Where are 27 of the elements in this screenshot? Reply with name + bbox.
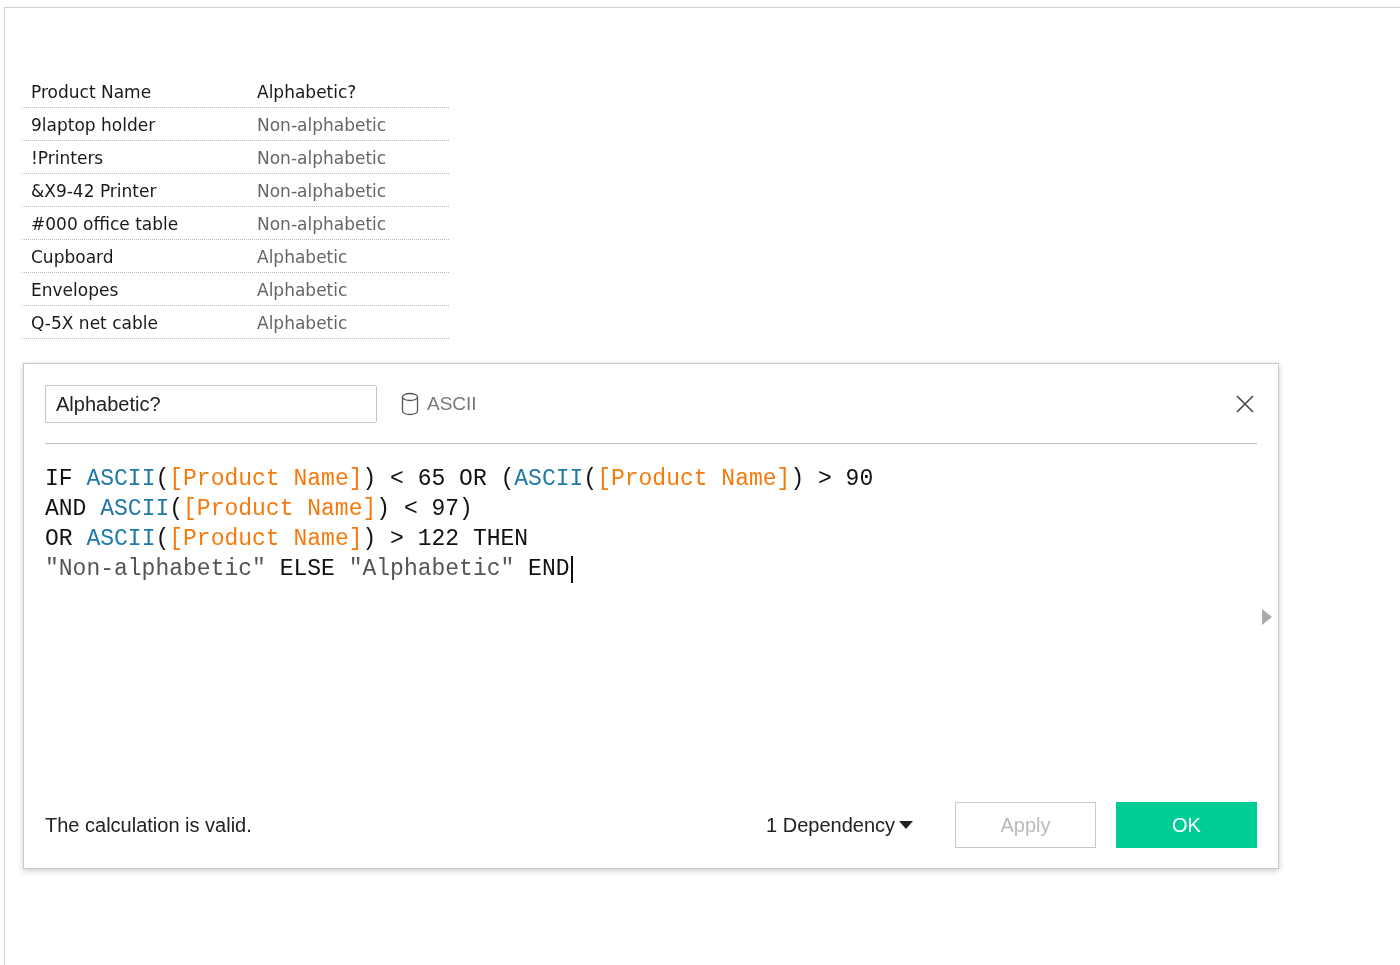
code-line: AND ASCII([Product Name]) < 97) — [45, 495, 473, 524]
table-cell: Non-alphabetic — [257, 148, 387, 168]
table-cell-text: 9laptop holder — [30, 115, 157, 135]
table-cell-text: Cupboard — [30, 247, 115, 267]
status-message: The calculation is valid. — [45, 813, 252, 837]
code-line: OR ASCII([Product Name]) > 122 THEN — [45, 525, 529, 554]
table-cell-text: &X9-42 Printer — [30, 181, 158, 201]
table-cell: Non-alphabetic — [257, 214, 387, 234]
table-cell: Alphabetic — [257, 313, 348, 333]
name-field[interactable]: Alphabetic? — [45, 385, 377, 423]
close-icon[interactable] — [1235, 394, 1255, 414]
code-line: "Non-alphabetic" ELSE "Alphabetic" END — [45, 554, 573, 584]
data-source-label: ASCII — [427, 393, 477, 415]
dependency-dropdown[interactable]: 1 Dependency — [766, 813, 913, 837]
database-icon — [401, 392, 419, 416]
table-cell: Alphabetic — [257, 280, 348, 300]
table-cell-text: #000 office table — [30, 214, 180, 234]
table-cell-text: Envelopes — [30, 280, 120, 300]
caret-icon — [899, 821, 913, 829]
table-cell: Alphabetic — [257, 247, 348, 267]
table-cell: Non-alphabetic — [257, 115, 387, 135]
table-cell-text: Q-5X net cable — [30, 313, 159, 333]
table-cell-text: !Printers — [30, 148, 105, 168]
table-cell: Non-alphabetic — [257, 181, 387, 201]
code-line: IF ASCII([Product Name]) < 65 OR (ASCII([Product Name]) > 90 — [45, 465, 874, 494]
column-header: Product Name — [30, 82, 153, 102]
column-header: Alphabetic? — [257, 82, 357, 102]
